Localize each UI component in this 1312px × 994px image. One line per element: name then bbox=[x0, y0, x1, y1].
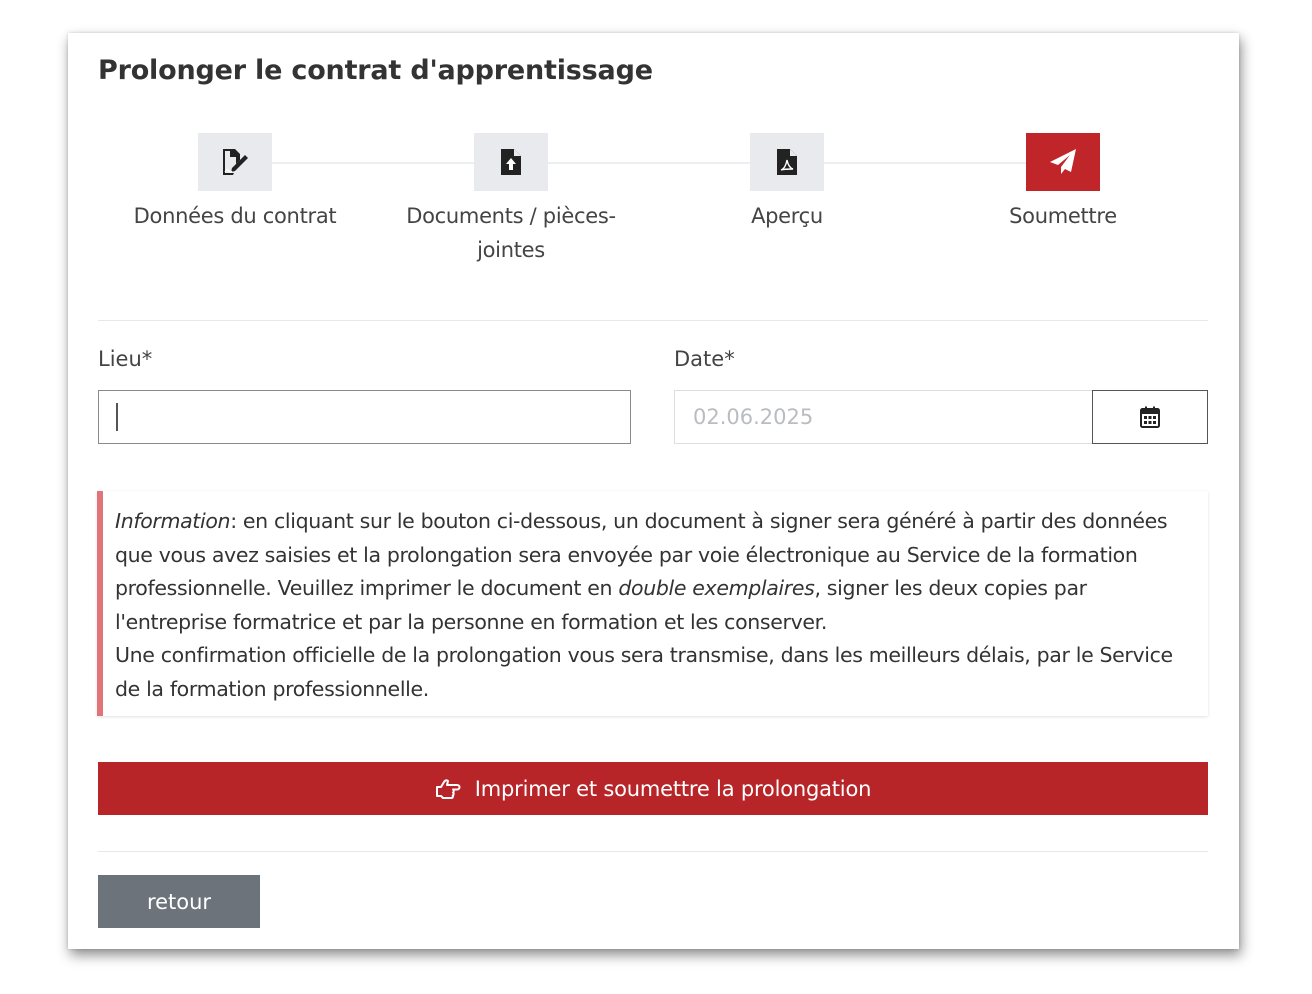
hand-point-right-icon bbox=[435, 778, 461, 799]
file-signature-icon bbox=[198, 133, 272, 191]
calendar-button[interactable] bbox=[1092, 390, 1208, 444]
back-button[interactable]: retour bbox=[98, 875, 260, 928]
info-lead: Information bbox=[115, 509, 231, 533]
step-label: Soumettre bbox=[1009, 204, 1117, 228]
step-label: Documents / pièces-jointes bbox=[406, 204, 616, 262]
footer-divider bbox=[98, 851, 1208, 852]
page-title: Prolonger le contrat d'apprentissage bbox=[98, 55, 653, 86]
lieu-input[interactable] bbox=[98, 390, 631, 444]
info-emphasis: double exemplaires bbox=[618, 576, 815, 601]
step-contract-data[interactable]: Données du contrat bbox=[105, 133, 365, 233]
calendar-icon bbox=[1140, 406, 1160, 428]
step-documents[interactable]: Documents / pièces-jointes bbox=[381, 133, 641, 267]
info-paragraph-2: Une confirmation officielle de la prolon… bbox=[115, 643, 1173, 701]
information-notice: Information: en cliquant sur le bouton c… bbox=[97, 491, 1208, 716]
step-label: Aperçu bbox=[751, 204, 823, 228]
text-caret bbox=[116, 403, 118, 431]
file-pdf-icon bbox=[750, 133, 824, 191]
step-preview[interactable]: Aperçu bbox=[657, 133, 917, 233]
step-label: Données du contrat bbox=[133, 204, 337, 228]
date-input[interactable]: 02.06.2025 bbox=[674, 390, 1092, 444]
print-submit-button[interactable]: Imprimer et soumettre la prolongation bbox=[98, 762, 1208, 815]
extension-form-card: Prolonger le contrat d'apprentissage Don… bbox=[68, 33, 1239, 949]
paper-plane-icon bbox=[1026, 133, 1100, 191]
file-upload-icon bbox=[474, 133, 548, 191]
info-paragraph: Information: en cliquant sur le bouton c… bbox=[115, 505, 1196, 639]
section-divider bbox=[98, 320, 1208, 321]
print-submit-label: Imprimer et soumettre la prolongation bbox=[474, 776, 872, 801]
date-label: Date* bbox=[674, 347, 735, 371]
lieu-label: Lieu* bbox=[98, 347, 153, 371]
step-submit[interactable]: Soumettre bbox=[933, 133, 1193, 233]
